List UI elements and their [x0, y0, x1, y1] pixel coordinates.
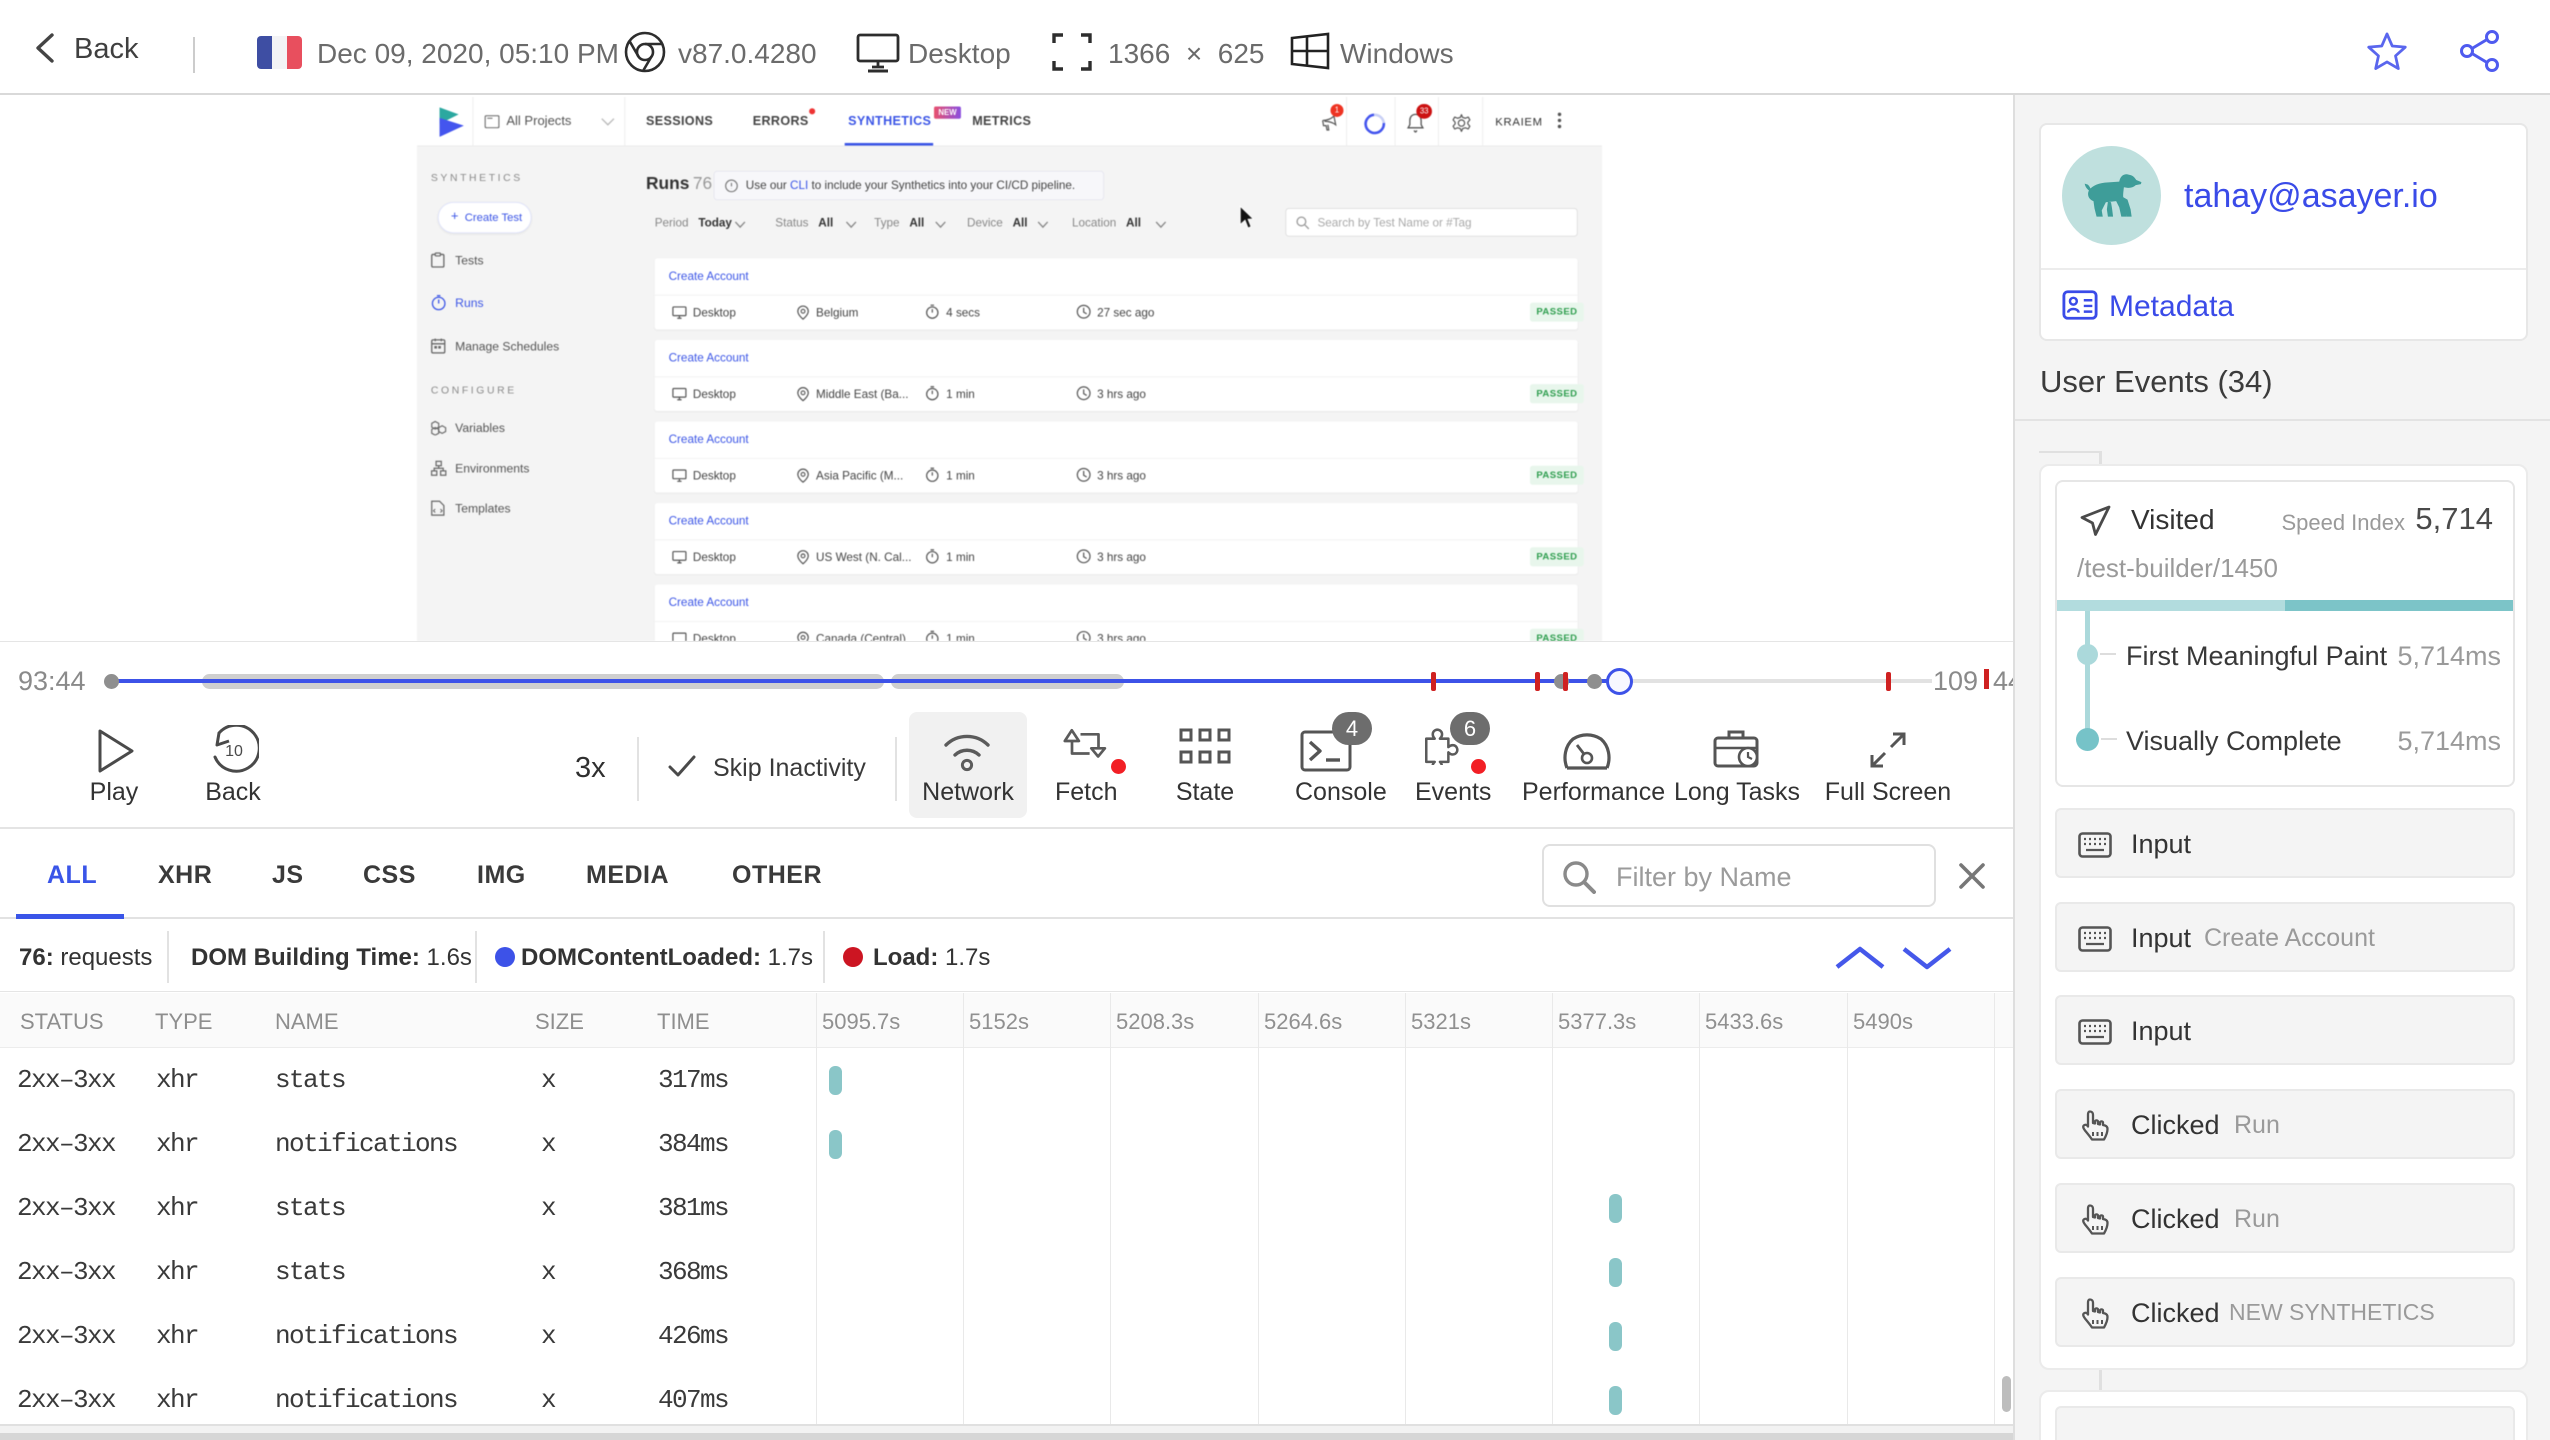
svg-text:10: 10	[225, 743, 243, 760]
